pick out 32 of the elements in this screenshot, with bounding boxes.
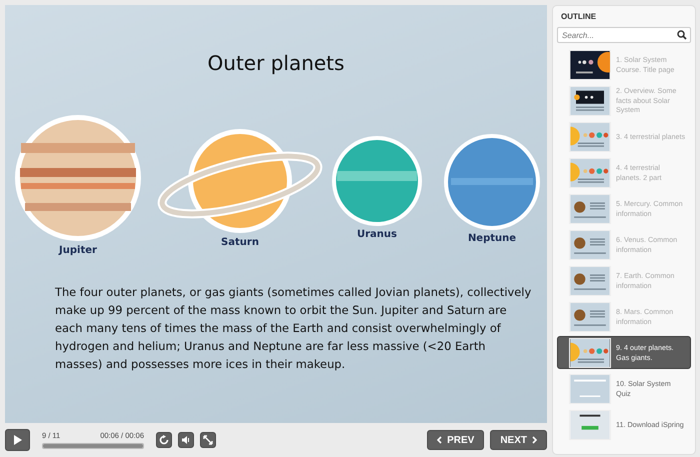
- slide-thumbnail: [569, 158, 611, 188]
- slide-title: Outer planets: [206, 51, 346, 75]
- play-button[interactable]: [5, 429, 30, 452]
- search-field[interactable]: Search...: [557, 27, 691, 43]
- chevron-left-icon: [437, 436, 442, 444]
- slide-thumbnail: [569, 302, 611, 332]
- chevron-right-icon: [532, 436, 537, 444]
- planet-label: Jupiter: [59, 245, 97, 256]
- slide-thumbnail: [569, 374, 611, 404]
- planet-label: Saturn: [221, 237, 259, 248]
- expand-icon: [203, 435, 213, 446]
- replay-button[interactable]: [156, 432, 172, 448]
- slide-thumbnail: [569, 266, 611, 296]
- planet-label: Neptune: [468, 233, 516, 244]
- slide-thumbnail: [569, 194, 611, 224]
- slide-thumbnail: [569, 122, 611, 152]
- next-button[interactable]: NEXT: [490, 430, 547, 450]
- slide-paragraph: The four outer planets, or gas giants (sometimes called Jovian planets), collectively make up 99 percent of the mass known to orbit the Sun. Jupiter and Saturn are each many tens of times the mass of the Earth and consist overwhelmingly of hydrogen and helium; Uranus and Neptune are far less massive (<20 Earth masses) and possesses more ices in their makeup.: [55, 284, 532, 373]
- outline-title: OUTLINE: [560, 11, 598, 23]
- slide-thumbnail: [569, 338, 611, 368]
- speaker-icon: [181, 435, 191, 446]
- slide-thumbnail: [569, 410, 611, 440]
- slide-thumbnail: [569, 50, 611, 80]
- volume-button[interactable]: [178, 432, 194, 448]
- slide-thumbnail: [569, 86, 611, 116]
- slide-thumbnail: [569, 230, 611, 260]
- search-icon: [677, 30, 687, 40]
- prev-button[interactable]: PREV: [427, 430, 484, 450]
- planet-label: Uranus: [357, 229, 397, 240]
- fullscreen-button[interactable]: [200, 432, 216, 448]
- play-icon: [12, 434, 22, 446]
- replay-icon: [159, 435, 169, 446]
